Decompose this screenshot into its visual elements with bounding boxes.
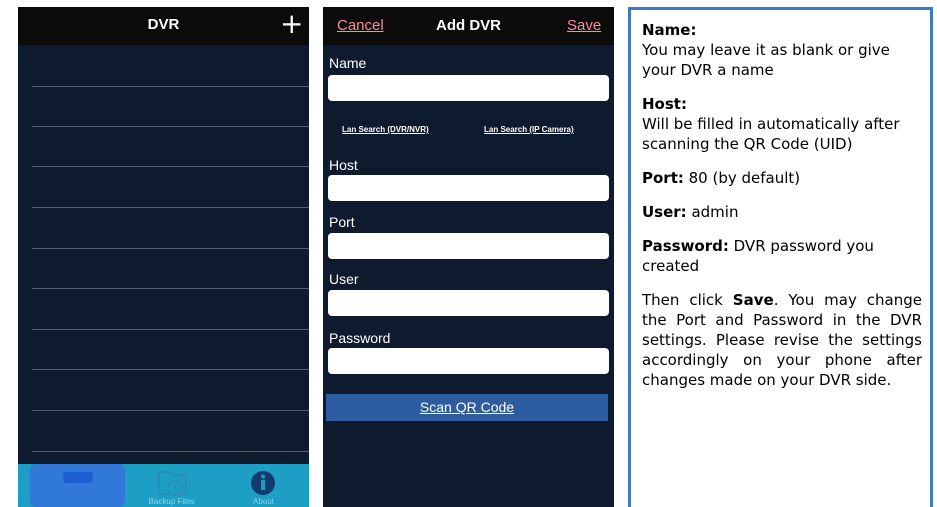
tab-about[interactable]: About <box>218 464 309 507</box>
password-field[interactable] <box>328 348 609 374</box>
dvr-list-screen: DVR + Backup Files About <box>18 7 309 507</box>
user-instruction: User: admin <box>642 202 922 222</box>
password-instruction: Password: DVR password you created <box>642 236 922 276</box>
tab-label: Backup Files <box>148 497 195 506</box>
list-separator <box>32 410 309 411</box>
scan-qr-code-button[interactable]: Scan QR Code <box>326 394 608 421</box>
instructions-panel: Name: You may leave it as blank or give … <box>628 7 933 507</box>
then-click-text: Then click <box>642 291 733 309</box>
port-instruction: Port: 80 (by default) <box>642 168 922 188</box>
tab-dvr-list[interactable] <box>30 464 125 507</box>
lan-search-ipcam-link[interactable]: Lan Search (IP Camera) <box>484 125 574 134</box>
add-dvr-screen: Add DVR Cancel Save Name Lan Search (DVR… <box>323 7 614 507</box>
user-label: User <box>329 271 359 287</box>
host-description: Will be filled in automatically after sc… <box>642 115 900 153</box>
port-field[interactable] <box>328 233 609 259</box>
host-field[interactable] <box>328 175 609 201</box>
save-button[interactable]: Save <box>567 17 601 34</box>
name-description: You may leave it as blank or give your D… <box>642 41 890 79</box>
port-label: Port <box>329 214 355 230</box>
host-instruction: Host: Will be filled in automatically af… <box>642 94 922 154</box>
tab-bar: Backup Files About <box>18 464 309 507</box>
host-label: Host <box>329 157 358 173</box>
list-icon <box>63 472 93 483</box>
name-label: Name <box>329 55 367 71</box>
tab-label: About <box>253 497 274 506</box>
user-heading: User: <box>642 203 687 221</box>
save-word: Save <box>732 291 774 309</box>
port-heading: Port: <box>642 169 684 187</box>
user-field[interactable] <box>328 290 609 316</box>
list-separator <box>32 451 309 452</box>
list-separator <box>32 369 309 370</box>
list-separator <box>32 329 309 330</box>
add-dvr-icon[interactable]: + <box>280 8 303 40</box>
password-heading: Password: <box>642 237 729 255</box>
name-field[interactable] <box>328 75 609 101</box>
list-separator <box>32 248 309 249</box>
list-separator <box>32 207 309 208</box>
host-heading: Host: <box>642 95 687 113</box>
navigation-bar: Add DVR Cancel Save <box>323 7 614 45</box>
save-instruction: Then click Save. You may change the Port… <box>642 290 922 390</box>
cancel-button[interactable]: Cancel <box>337 17 384 34</box>
port-description: 80 (by default) <box>683 169 801 187</box>
list-separator <box>32 126 309 127</box>
user-description: admin <box>686 203 739 221</box>
navigation-bar: DVR + <box>18 7 309 45</box>
list-separator <box>32 288 309 289</box>
list-separator <box>32 166 309 167</box>
list-separator <box>32 86 309 87</box>
lan-search-dvr-link[interactable]: Lan Search (DVR/NVR) <box>342 125 429 134</box>
name-heading: Name: <box>642 21 697 39</box>
tab-backup-files[interactable]: Backup Files <box>129 464 214 507</box>
screen-title: DVR <box>147 16 180 33</box>
password-label: Password <box>329 330 391 346</box>
name-instruction: Name: You may leave it as blank or give … <box>642 20 922 80</box>
